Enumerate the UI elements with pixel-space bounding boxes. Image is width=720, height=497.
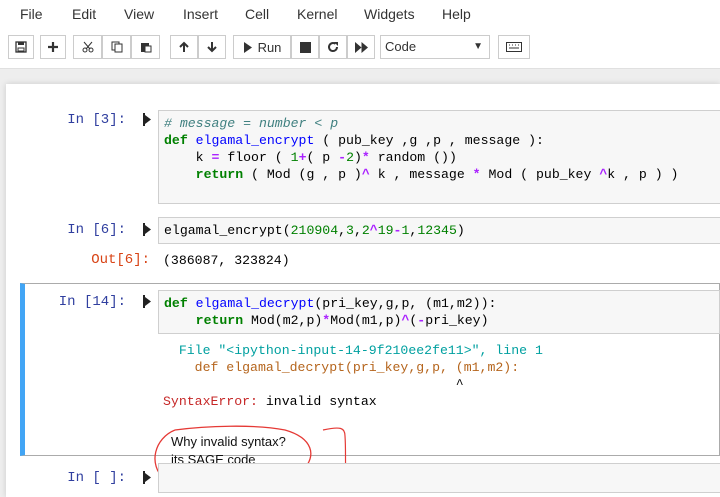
output-prompt: Out[6]:	[91, 252, 150, 268]
paste-button[interactable]	[131, 35, 160, 59]
stop-icon	[299, 41, 311, 53]
input-prompt: In [6]:	[67, 222, 126, 238]
traceback-file-line: File "<ipython-input-14-9f210ee2fe11>", …	[163, 343, 543, 358]
paste-icon	[140, 43, 151, 53]
menu-edit[interactable]: Edit	[72, 6, 96, 22]
code-cell-input[interactable]: def elgamal_decrypt(pri_key,g,p, (m1,m2)…	[158, 290, 720, 334]
save-button[interactable]	[8, 35, 34, 59]
bookmark-icon	[143, 295, 151, 308]
code-cell-input[interactable]: elgamal_encrypt(210904,3,2^19-1,12345)	[158, 217, 720, 244]
bookmark-icon	[143, 113, 151, 126]
input-prompt: In [ ]:	[67, 470, 126, 486]
run-button[interactable]: Run	[233, 35, 291, 59]
traceback-caret: ^	[163, 377, 464, 392]
command-palette-button[interactable]	[498, 35, 530, 59]
traceback: File "<ipython-input-14-9f210ee2fe11>", …	[163, 342, 543, 410]
copy-button[interactable]	[102, 35, 131, 59]
cell-output: (386087, 323824)	[163, 253, 290, 268]
menu-insert[interactable]: Insert	[183, 6, 218, 22]
menu-kernel[interactable]: Kernel	[297, 6, 337, 22]
bookmark-icon	[143, 223, 151, 236]
traceback-code-line: def elgamal_decrypt(pri_key,g,p, (m1,m2)…	[163, 360, 520, 375]
arrow-down-icon	[207, 42, 217, 53]
menu-bar: File Edit View Insert Cell Kernel Widget…	[0, 0, 720, 30]
move-up-button[interactable]	[170, 35, 198, 59]
code-line: # message = number < p	[164, 116, 339, 131]
cell-type-select[interactable]: Code ▼	[380, 35, 490, 59]
error-name: SyntaxError:	[163, 394, 258, 409]
interrupt-button[interactable]	[291, 35, 319, 59]
insert-cell-button[interactable]	[40, 35, 66, 59]
code-line: return Mod(m2,p)*Mod(m1,p)^(-pri_key)	[195, 313, 489, 328]
annotation-line: Why invalid syntax?	[171, 434, 286, 449]
cell-type-value: Code	[385, 39, 417, 54]
code-line: return ( Mod (g , p )^ k , message * Mod…	[195, 167, 679, 182]
menu-view[interactable]: View	[124, 6, 154, 22]
restart-button[interactable]	[319, 35, 347, 59]
code-line: def elgamal_decrypt(pri_key,g,p, (m1,m2)…	[164, 296, 497, 311]
copy-icon	[111, 41, 122, 53]
plus-icon	[48, 42, 58, 52]
code-editor[interactable]: # message = number < p def elgamal_encry…	[159, 111, 720, 187]
arrow-up-icon	[179, 41, 189, 52]
move-down-button[interactable]	[198, 35, 226, 59]
menu-help[interactable]: Help	[442, 6, 471, 22]
restart-icon	[328, 42, 339, 53]
keyboard-icon	[506, 42, 522, 52]
play-icon	[243, 41, 252, 53]
fast-forward-icon	[354, 41, 368, 53]
input-prompt: In [14]:	[58, 294, 126, 310]
save-icon	[15, 41, 27, 53]
code-line: elgamal_encrypt(210904,3,2^19-1,12345)	[164, 223, 465, 238]
code-line: def elgamal_encrypt ( pub_key ,g ,p , me…	[164, 133, 544, 148]
code-editor[interactable]	[159, 464, 720, 472]
menu-file[interactable]: File	[20, 6, 43, 22]
menu-widgets[interactable]: Widgets	[364, 6, 415, 22]
error-message: invalid syntax	[257, 394, 377, 409]
code-cell-input[interactable]: # message = number < p def elgamal_encry…	[158, 110, 720, 204]
toolbar: Run Code ▼	[0, 30, 720, 69]
run-all-button[interactable]	[347, 35, 375, 59]
bookmark-icon	[143, 471, 151, 484]
code-editor[interactable]: def elgamal_decrypt(pri_key,g,p, (m1,m2)…	[159, 291, 719, 333]
scissors-icon	[82, 41, 93, 53]
menu-cell[interactable]: Cell	[245, 6, 269, 22]
chevron-down-icon: ▼	[473, 41, 483, 52]
code-cell-input[interactable]	[158, 463, 720, 493]
code-editor[interactable]: elgamal_encrypt(210904,3,2^19-1,12345)	[159, 218, 720, 243]
run-button-label: Run	[257, 39, 282, 55]
cut-button[interactable]	[73, 35, 102, 59]
code-line: k = floor ( 1+( p -2)* random ())	[164, 150, 457, 165]
input-prompt: In [3]:	[67, 112, 126, 128]
